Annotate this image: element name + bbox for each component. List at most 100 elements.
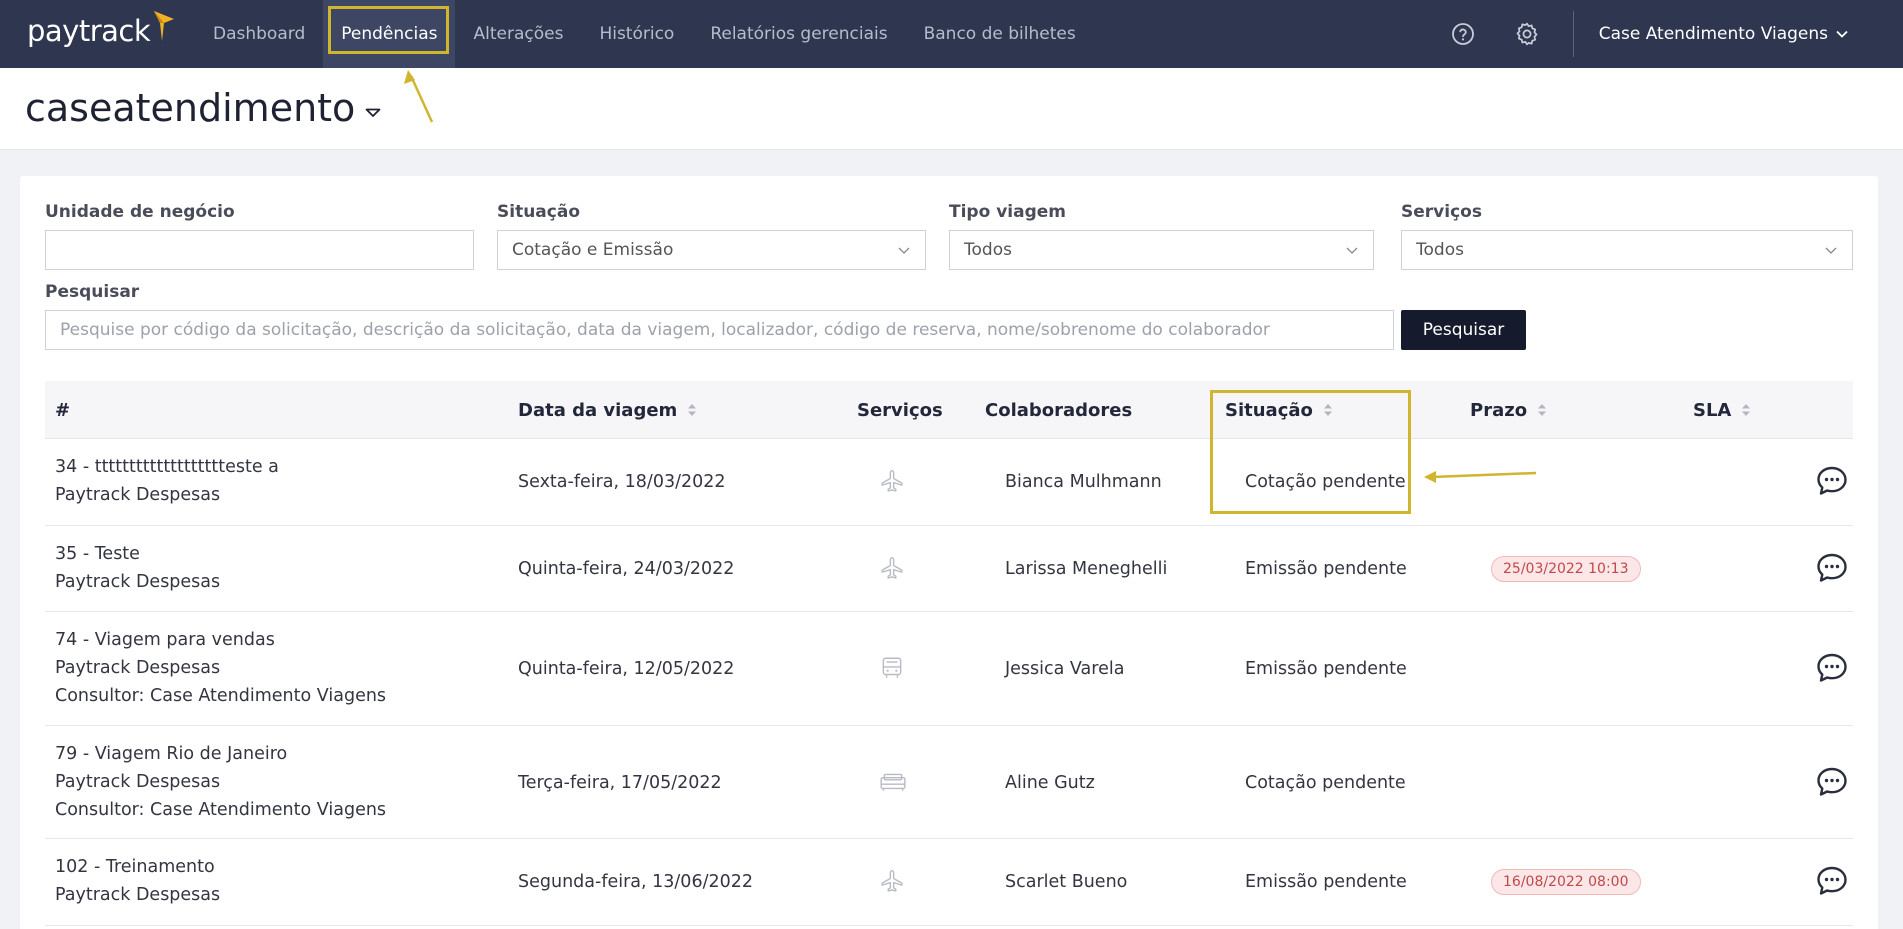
row-date: Terça-feira, 17/05/2022 <box>518 773 722 793</box>
servicos-label: Serviços <box>1401 202 1482 222</box>
chat-icon[interactable] <box>1815 651 1849 685</box>
unidade-label: Unidade de negócio <box>45 202 235 222</box>
col-prazo[interactable]: Prazo <box>1470 381 1547 439</box>
servicos-select[interactable]: Todos <box>1401 230 1853 270</box>
chat-icon[interactable] <box>1815 864 1849 898</box>
annotation-highlight-situacao <box>1210 390 1411 514</box>
nav-relatorios-label: Relatórios gerenciais <box>710 24 888 44</box>
page-header: caseatendimento <box>0 68 1903 150</box>
bed-icon <box>880 773 906 791</box>
row-company: Paytrack Despesas <box>55 885 221 905</box>
gear-icon[interactable] <box>1513 20 1541 48</box>
row-date: Quinta-feira, 12/05/2022 <box>518 659 735 679</box>
row-company: Paytrack Despesas <box>55 658 221 678</box>
col-num: # <box>55 399 71 421</box>
logo-mark-icon <box>154 11 175 41</box>
situacao-select[interactable]: Cotação e Emissão <box>497 230 926 270</box>
nav-dashboard[interactable]: Dashboard <box>195 0 323 68</box>
account-name: Case Atendimento Viagens <box>1598 24 1828 44</box>
table-row[interactable]: 34 - ttttttttttttttttttteste a Paytrack … <box>45 439 1853 526</box>
row-colaborador: Aline Gutz <box>1005 773 1095 793</box>
main-nav: Dashboard Pendências Alterações Históric… <box>195 0 1094 68</box>
row-company: Paytrack Despesas <box>55 772 221 792</box>
sort-icon <box>1742 404 1751 416</box>
paytrack-logo[interactable]: paytrack <box>27 11 176 48</box>
table-header: # Data da viagem Serviços Colaboradores … <box>45 381 1853 439</box>
pendencias-card: Unidade de negócio Situação Cotação e Em… <box>20 176 1878 929</box>
row-title[interactable]: 35 - Teste <box>55 540 140 568</box>
row-title[interactable]: 102 - Treinamento <box>55 853 215 881</box>
col-sla[interactable]: SLA <box>1693 381 1751 439</box>
nav-pendencias[interactable]: Pendências <box>323 0 456 68</box>
nav-right: Case Atendimento Viagens <box>1449 0 1903 68</box>
tipo-value: Todos <box>964 240 1012 260</box>
pesquisar-label: Pesquisar <box>45 282 140 302</box>
table-row[interactable]: 102 - Treinamento Paytrack Despesas Segu… <box>45 839 1853 926</box>
col-sla-label: SLA <box>1693 399 1732 421</box>
row-date: Segunda-feira, 13/06/2022 <box>518 872 754 892</box>
col-data-label: Data da viagem <box>518 399 678 421</box>
nav-relatorios[interactable]: Relatórios gerenciais <box>692 0 905 68</box>
row-date: Sexta-feira, 18/03/2022 <box>518 472 726 492</box>
row-title[interactable]: 74 - Viagem para vendas <box>55 626 275 654</box>
search-placeholder: Pesquise por código da solicitação, desc… <box>60 320 1270 340</box>
nav-alteracoes-label: Alterações <box>473 24 564 44</box>
chevron-down-icon <box>1346 247 1358 254</box>
row-company: Paytrack Despesas <box>55 485 221 505</box>
sort-icon <box>1538 404 1547 416</box>
account-menu[interactable]: Case Atendimento Viagens <box>1599 24 1848 44</box>
sort-icon <box>688 404 697 416</box>
page-title: caseatendimento <box>25 86 356 130</box>
search-input[interactable]: Pesquise por código da solicitação, desc… <box>45 310 1394 350</box>
chevron-down-icon <box>1836 30 1848 38</box>
prazo-badge: 16/08/2022 08:00 <box>1491 869 1641 895</box>
company-selector[interactable]: caseatendimento <box>25 86 381 130</box>
nav-historico-label: Histórico <box>599 24 675 44</box>
situacao-value: Cotação e Emissão <box>512 240 674 260</box>
row-title[interactable]: 79 - Viagem Rio de Janeiro <box>55 740 287 768</box>
nav-historico[interactable]: Histórico <box>581 0 692 68</box>
question-circle-icon[interactable] <box>1449 20 1477 48</box>
chevron-down-icon <box>898 247 910 254</box>
nav-banco-bilhetes-label: Banco de bilhetes <box>923 24 1076 44</box>
tipo-label: Tipo viagem <box>949 202 1066 222</box>
row-colaborador: Bianca Mulhmann <box>1005 472 1162 492</box>
chat-icon[interactable] <box>1815 765 1849 799</box>
plane-icon <box>881 557 903 579</box>
table-row[interactable]: 74 - Viagem para vendas Paytrack Despesa… <box>45 612 1853 726</box>
row-situacao: Emissão pendente <box>1245 559 1407 579</box>
chat-icon[interactable] <box>1815 464 1849 498</box>
row-situacao: Emissão pendente <box>1245 872 1407 892</box>
row-date: Quinta-feira, 24/03/2022 <box>518 559 735 579</box>
row-title[interactable]: 34 - ttttttttttttttttttteste a <box>55 453 279 481</box>
situacao-label: Situação <box>497 202 580 222</box>
row-colaborador: Larissa Meneghelli <box>1005 559 1168 579</box>
row-situacao: Emissão pendente <box>1245 659 1407 679</box>
plane-icon <box>881 470 903 492</box>
search-button[interactable]: Pesquisar <box>1401 310 1526 350</box>
nav-divider <box>1572 11 1574 57</box>
bus-icon <box>882 657 902 678</box>
nav-alteracoes[interactable]: Alterações <box>455 0 581 68</box>
col-prazo-label: Prazo <box>1470 399 1528 421</box>
row-colaborador: Jessica Varela <box>1005 659 1125 679</box>
chat-icon[interactable] <box>1815 551 1849 585</box>
table-row[interactable]: 35 - Teste Paytrack Despesas Quinta-feir… <box>45 526 1853 612</box>
plane-icon <box>881 870 903 892</box>
chevron-down-icon <box>1825 247 1837 254</box>
unidade-input[interactable] <box>45 230 474 270</box>
nav-banco-bilhetes[interactable]: Banco de bilhetes <box>906 0 1094 68</box>
table-row[interactable]: 79 - Viagem Rio de Janeiro Paytrack Desp… <box>45 726 1853 839</box>
logo-text: paytrack <box>27 14 151 48</box>
col-data-viagem[interactable]: Data da viagem <box>518 381 697 439</box>
col-servicos: Serviços <box>857 399 943 421</box>
row-situacao: Cotação pendente <box>1245 773 1406 793</box>
nav-dashboard-label: Dashboard <box>213 24 306 44</box>
servicos-value: Todos <box>1416 240 1464 260</box>
annotation-highlight-nav <box>328 6 450 54</box>
caret-down-icon <box>365 108 381 117</box>
row-company: Paytrack Despesas <box>55 572 221 592</box>
col-colaboradores: Colaboradores <box>985 399 1133 421</box>
prazo-badge: 25/03/2022 10:13 <box>1491 556 1641 582</box>
tipo-select[interactable]: Todos <box>949 230 1374 270</box>
